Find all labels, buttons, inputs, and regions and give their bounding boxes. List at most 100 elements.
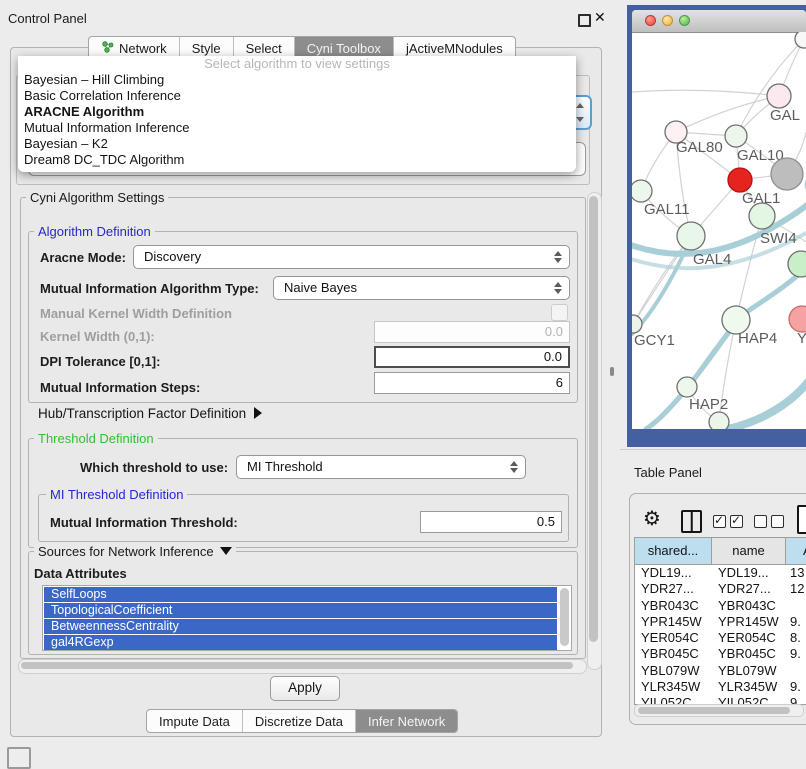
- hub-definition-toggle[interactable]: Hub/Transcription Factor Definition: [38, 406, 262, 421]
- split-pane-icon[interactable]: [681, 510, 702, 533]
- algorithm-option[interactable]: Dream8 DC_TDC Algorithm: [18, 152, 576, 168]
- attribute-item[interactable]: SelfLoops: [44, 587, 557, 602]
- unchecked-checkbox-icon[interactable]: [754, 515, 767, 528]
- tab-label: Network: [119, 41, 167, 56]
- mi-threshold-field[interactable]: 0.5: [420, 511, 562, 533]
- attribute-item[interactable]: gal4RGexp: [44, 635, 557, 650]
- table-horizontal-scrollbar[interactable]: [634, 704, 804, 717]
- aracne-mode-label: Aracne Mode:: [40, 250, 126, 265]
- network-node-gal4[interactable]: [677, 222, 705, 250]
- aracne-mode-combobox[interactable]: Discovery: [133, 245, 570, 269]
- attribute-item[interactable]: TopologicalCoefficient: [44, 603, 557, 618]
- network-node-gal10[interactable]: [725, 125, 747, 147]
- network-node-swi4[interactable]: [749, 203, 775, 229]
- network-node-gal1[interactable]: [728, 168, 752, 192]
- horizontal-scrollbar-thumb[interactable]: [21, 662, 573, 669]
- which-threshold-value: MI Threshold: [247, 459, 323, 474]
- attribute-item[interactable]: BetweennessCentrality: [44, 619, 557, 634]
- algorithm-option[interactable]: Bayesian – Hill Climbing: [18, 72, 576, 88]
- table-row[interactable]: YBR045CYBR045C9.: [635, 646, 806, 662]
- table-cell: YBL079W: [712, 663, 786, 679]
- tab-impute-data[interactable]: Impute Data: [147, 710, 242, 732]
- mi-steps-field[interactable]: 6: [374, 372, 570, 394]
- which-threshold-combobox[interactable]: MI Threshold: [236, 455, 526, 479]
- network-node-label: HAP4: [738, 330, 777, 347]
- collapsed-arrow-icon: [254, 407, 262, 419]
- table-row[interactable]: YBL079WYBL079W: [635, 663, 806, 679]
- tab-label: Cyni Toolbox: [307, 41, 381, 56]
- network-node[interactable]: [771, 158, 803, 190]
- table-row[interactable]: YER054CYER054C8.: [635, 630, 806, 646]
- column-header-shared[interactable]: shared...: [635, 538, 712, 564]
- unchecked-checkbox-icon[interactable]: [771, 515, 784, 528]
- apply-button[interactable]: Apply: [270, 676, 340, 701]
- checked-checkbox-icon[interactable]: [713, 515, 726, 528]
- vertical-scrollbar-thumb[interactable]: [589, 196, 598, 642]
- algorithm-option[interactable]: Mutual Information Inference: [18, 120, 576, 136]
- tab-label: jActiveMNodules: [406, 41, 503, 56]
- dpi-tolerance-field[interactable]: 0.0: [374, 346, 570, 368]
- network-canvas[interactable]: GALGAL80GAL10GAL1GAL11SWI4GAL4GCY1HAP4YH…: [632, 32, 806, 429]
- data-attributes-list[interactable]: SelfLoopsTopologicalCoefficientBetweenne…: [42, 585, 572, 651]
- mi-type-value: Naive Bayes: [284, 280, 357, 295]
- table-cell: YBR043C: [635, 598, 712, 614]
- list-scrollbar-thumb[interactable]: [560, 588, 569, 646]
- tab-infer-network[interactable]: Infer Network: [355, 710, 457, 732]
- table-cell: YLR345W: [712, 679, 786, 695]
- table-cell: 9.: [786, 679, 806, 695]
- table-row[interactable]: YBR043CYBR043C: [635, 598, 806, 614]
- zoom-traffic-light-icon[interactable]: [679, 15, 690, 26]
- minimize-traffic-light-icon[interactable]: [662, 15, 673, 26]
- network-node-hap2[interactable]: [677, 377, 697, 397]
- algorithm-option[interactable]: Basic Correlation Inference: [18, 88, 576, 104]
- gear-icon[interactable]: ⚙: [643, 506, 661, 531]
- table-row[interactable]: YPR145WYPR145W9.: [635, 614, 806, 630]
- settings-vertical-scrollbar[interactable]: [587, 192, 602, 670]
- float-window-icon[interactable]: [578, 14, 591, 27]
- stepper-down-icon: [554, 289, 562, 294]
- cyni-settings-title: Cyni Algorithm Settings: [26, 190, 168, 205]
- table-cell: [786, 598, 806, 614]
- network-node[interactable]: [709, 412, 729, 429]
- network-node-gal11[interactable]: [632, 180, 652, 202]
- algorithm-option[interactable]: ARACNE Algorithm: [18, 104, 576, 120]
- network-node-label: HAP2: [689, 396, 728, 413]
- manual-kernel-checkbox[interactable]: [551, 304, 568, 321]
- network-node[interactable]: [795, 32, 806, 48]
- network-node-gal[interactable]: [767, 84, 791, 108]
- tab-discretize-data[interactable]: Discretize Data: [242, 710, 355, 732]
- network-node-label: Y: [797, 330, 806, 347]
- panel-divider-grip[interactable]: [610, 367, 614, 376]
- table-row[interactable]: YDL19...YDL19...13: [635, 565, 806, 581]
- sources-title-label: Sources for Network Inference: [38, 544, 214, 559]
- table-scrollbar-thumb[interactable]: [638, 707, 790, 714]
- table-cell: YDR27...: [712, 581, 786, 597]
- close-icon[interactable]: ✕: [594, 9, 606, 26]
- close-traffic-light-icon[interactable]: [645, 15, 656, 26]
- minimized-panel-icon[interactable]: [7, 747, 31, 769]
- table-row[interactable]: YLR345WYLR345W9.: [635, 679, 806, 695]
- tab-label: Select: [246, 41, 282, 56]
- kernel-width-field[interactable]: 0.0: [374, 321, 570, 343]
- network-node-y[interactable]: [789, 306, 806, 332]
- network-node[interactable]: [788, 251, 806, 277]
- column-header-A[interactable]: A: [786, 538, 806, 564]
- table-cell: 8.: [786, 630, 806, 646]
- network-node-label: SWI4: [760, 230, 797, 247]
- table-row[interactable]: YDR27...YDR27...12: [635, 581, 806, 597]
- kernel-width-label: Kernel Width (0,1):: [40, 329, 155, 344]
- network-window-titlebar[interactable]: [632, 10, 806, 33]
- mi-type-combobox[interactable]: Naive Bayes: [273, 276, 570, 300]
- document-icon[interactable]: [797, 505, 806, 534]
- algorithm-option[interactable]: Bayesian – K2: [18, 136, 576, 152]
- network-node-gcy1[interactable]: [632, 315, 642, 333]
- sources-title[interactable]: Sources for Network Inference: [34, 544, 236, 559]
- network-window: GALGAL80GAL10GAL1GAL11SWI4GAL4GCY1HAP4YH…: [632, 10, 806, 429]
- checked-checkbox-icon[interactable]: [730, 515, 743, 528]
- table-cell: YER054C: [712, 630, 786, 646]
- table-cell: 9.: [786, 614, 806, 630]
- dropdown-prompt: Select algorithm to view settings: [18, 56, 576, 72]
- table-cell: YBR045C: [712, 646, 786, 662]
- column-header-name[interactable]: name: [712, 538, 786, 564]
- settings-horizontal-scrollbar[interactable]: [18, 659, 587, 674]
